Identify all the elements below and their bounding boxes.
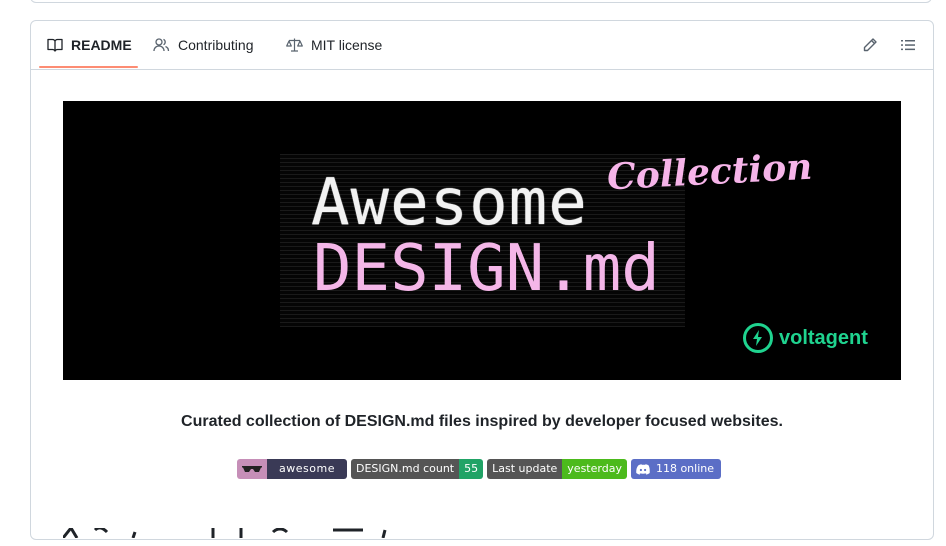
last-update-label: Last update bbox=[487, 459, 563, 479]
voltagent-logo: voltagent bbox=[743, 323, 868, 353]
design-count-badge[interactable]: DESIGN.md count 55 bbox=[351, 459, 484, 479]
active-tab-indicator bbox=[39, 66, 138, 68]
last-update-value: yesterday bbox=[562, 459, 627, 479]
sunglasses-icon bbox=[237, 459, 267, 479]
tab-license-label: MIT license bbox=[311, 37, 383, 53]
banner-title-line2: DESIGN.md bbox=[313, 232, 660, 306]
awesome-badge[interactable]: awesome bbox=[237, 459, 347, 479]
readme-panel: README Contributing MIT license Awesome … bbox=[30, 20, 934, 540]
law-icon bbox=[286, 38, 303, 52]
tab-readme-label: README bbox=[71, 37, 132, 53]
tab-readme[interactable]: README bbox=[47, 21, 132, 69]
awesome-badge-label: awesome bbox=[267, 459, 347, 479]
people-icon bbox=[153, 38, 170, 52]
pencil-icon bbox=[863, 38, 877, 52]
tab-license[interactable]: MIT license bbox=[286, 21, 382, 69]
edit-file-button[interactable] bbox=[860, 35, 880, 55]
previous-card bbox=[30, 0, 932, 3]
discord-icon bbox=[631, 459, 652, 479]
tab-contributing-label: Contributing bbox=[178, 37, 254, 53]
banner-image: Awesome DESIGN.md Collection voltagent bbox=[63, 101, 901, 380]
readme-heading-partial bbox=[61, 509, 403, 546]
voltagent-wordmark: voltagent bbox=[779, 326, 868, 349]
badge-row: awesome DESIGN.md count 55 Last update y… bbox=[237, 459, 721, 479]
readme-tagline: Curated collection of DESIGN.md files in… bbox=[181, 413, 783, 430]
readme-tabbar: README Contributing MIT license bbox=[31, 21, 933, 70]
book-icon bbox=[47, 38, 63, 52]
last-update-badge[interactable]: Last update yesterday bbox=[487, 459, 627, 479]
design-count-label: DESIGN.md count bbox=[351, 459, 460, 479]
list-icon bbox=[901, 40, 915, 51]
design-count-value: 55 bbox=[459, 459, 484, 479]
outline-button[interactable] bbox=[898, 35, 918, 55]
banner-title-line1: Awesome bbox=[311, 166, 588, 240]
discord-online-count: 118 online bbox=[655, 462, 714, 475]
discord-badge[interactable]: 118 online bbox=[630, 459, 721, 479]
bolt-icon bbox=[743, 323, 773, 353]
tab-contributing[interactable]: Contributing bbox=[153, 21, 254, 69]
